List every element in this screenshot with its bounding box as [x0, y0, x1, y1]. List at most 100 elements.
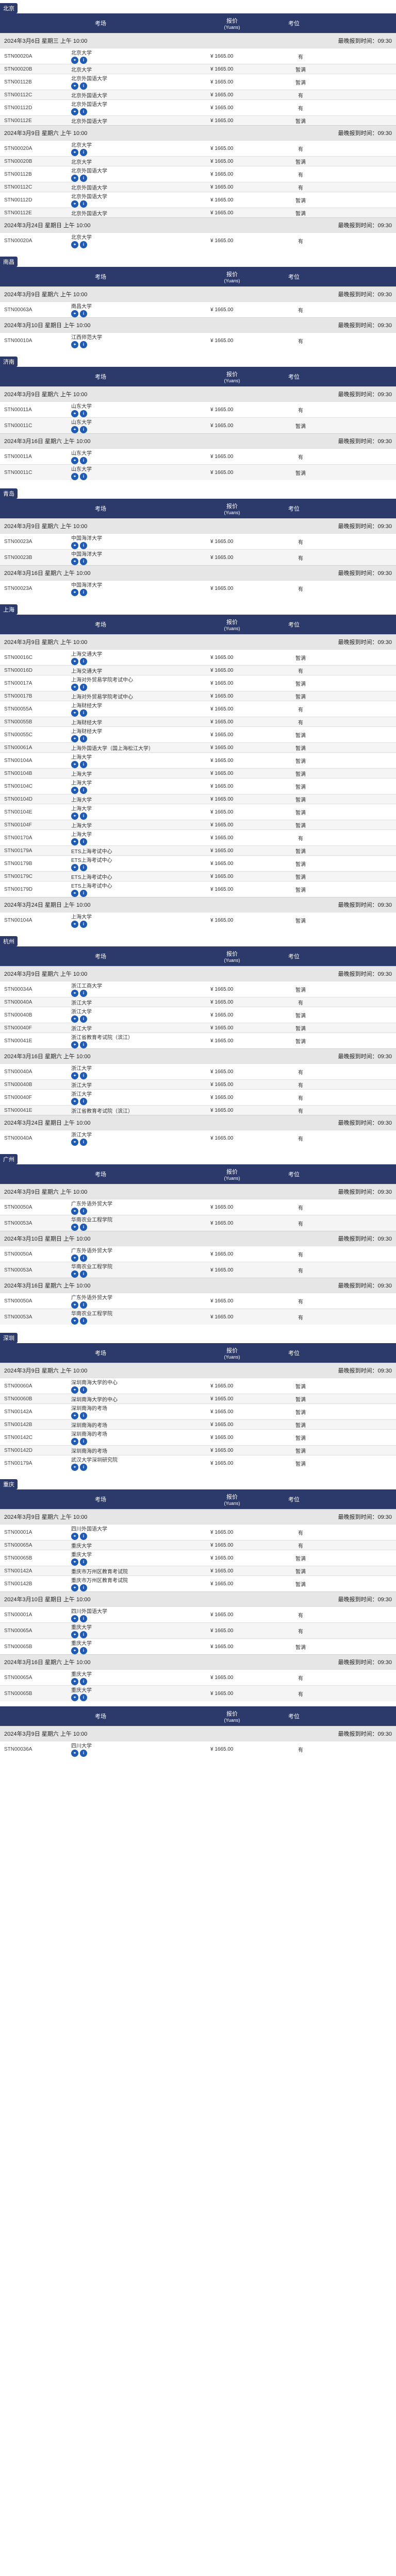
- center-name[interactable]: 深圳南海的考场: [71, 1430, 210, 1437]
- table-row[interactable]: STN00112E 北京外国语大学 ¥ 1665.00 暂满: [0, 208, 396, 217]
- table-row[interactable]: STN00060A 深圳南海大学的中心 ⌖ i ¥ 1665.00 暂满: [0, 1378, 396, 1394]
- map-icon[interactable]: ⌖: [71, 735, 78, 742]
- map-icon[interactable]: ⌖: [71, 761, 78, 768]
- center-name[interactable]: 北京外国语大学: [71, 183, 210, 191]
- table-row[interactable]: STN00040A 浙江大学 ⌖ i ¥ 1665.00 有: [0, 1063, 396, 1079]
- table-row[interactable]: STN00020A 北京大学 ⌖ i ¥ 1665.00 有: [0, 48, 396, 64]
- center-name[interactable]: ETS上海考试中心: [71, 856, 210, 863]
- table-row[interactable]: STN00112C 北京外国语大学 ¥ 1665.00 有: [0, 90, 396, 99]
- map-icon[interactable]: ⌖: [71, 1270, 78, 1278]
- info-icon[interactable]: i: [80, 684, 87, 691]
- table-row[interactable]: STN00104F 上海大学 ¥ 1665.00 暂满: [0, 820, 396, 829]
- map-icon[interactable]: ⌖: [71, 457, 78, 464]
- map-icon[interactable]: ⌖: [71, 1301, 78, 1309]
- map-icon[interactable]: ⌖: [71, 542, 78, 549]
- map-icon[interactable]: ⌖: [71, 200, 78, 208]
- center-name[interactable]: 北京外国语大学: [71, 100, 210, 108]
- table-row[interactable]: STN00040A 浙江大学 ¥ 1665.00 有: [0, 997, 396, 1007]
- info-icon[interactable]: i: [80, 787, 87, 794]
- table-row[interactable]: STN00179A ETS上海考试中心 ¥ 1665.00 暂满: [0, 845, 396, 855]
- map-icon[interactable]: ⌖: [71, 1533, 78, 1540]
- center-name[interactable]: 上海大学: [71, 770, 210, 777]
- table-row[interactable]: STN00065B 重庆大学 ⌖ i ¥ 1665.00 有: [0, 1685, 396, 1701]
- table-row[interactable]: STN00023A 中国海洋大学 ⌖ i ¥ 1665.00 有: [0, 580, 396, 596]
- center-name[interactable]: 中国海洋大学: [71, 550, 210, 557]
- table-row[interactable]: STN00063A 南昌大学 ⌖ i ¥ 1665.00 有: [0, 301, 396, 317]
- map-icon[interactable]: ⌖: [71, 1224, 78, 1231]
- center-name[interactable]: 重庆大学: [71, 1670, 210, 1677]
- info-icon[interactable]: i: [80, 558, 87, 565]
- table-row[interactable]: STN00142B 深圳南海的考场 ¥ 1665.00 暂满: [0, 1419, 396, 1429]
- center-name[interactable]: 深圳南海的考场: [71, 1447, 210, 1454]
- table-row[interactable]: STN00142B 重庆市万州区教育考试院 ⌖ i ¥ 1665.00 暂满: [0, 1575, 396, 1591]
- map-icon[interactable]: ⌖: [71, 1647, 78, 1654]
- info-icon[interactable]: i: [80, 1072, 87, 1079]
- info-icon[interactable]: i: [80, 1098, 87, 1105]
- table-row[interactable]: STN00170A 上海大学 ⌖ i ¥ 1665.00 有: [0, 829, 396, 845]
- center-name[interactable]: 四川外国语大学: [71, 1524, 210, 1532]
- table-row[interactable]: STN00010A 江西师范大学 ⌖ i ¥ 1665.00 有: [0, 332, 396, 348]
- table-row[interactable]: STN00040F 浙江大学 ⌖ i ¥ 1665.00 有: [0, 1089, 396, 1105]
- info-icon[interactable]: i: [80, 200, 87, 208]
- info-icon[interactable]: i: [80, 1615, 87, 1622]
- info-icon[interactable]: i: [80, 812, 87, 820]
- center-name[interactable]: 上海交通大学: [71, 650, 210, 657]
- center-name[interactable]: 北京大学: [71, 233, 210, 241]
- map-icon[interactable]: ⌖: [71, 341, 78, 348]
- center-name[interactable]: 广东外语外贸大学: [71, 1199, 210, 1207]
- info-icon[interactable]: i: [80, 1041, 87, 1048]
- center-name[interactable]: ETS上海考试中心: [71, 847, 210, 855]
- info-icon[interactable]: i: [80, 1558, 87, 1566]
- map-icon[interactable]: ⌖: [71, 473, 78, 480]
- info-icon[interactable]: i: [80, 149, 87, 156]
- info-icon[interactable]: i: [80, 1438, 87, 1445]
- center-name[interactable]: 上海财经大学: [71, 701, 210, 709]
- table-row[interactable]: STN00001A 四川外国语大学 ⌖ i ¥ 1665.00 有: [0, 1524, 396, 1540]
- map-icon[interactable]: ⌖: [71, 426, 78, 433]
- map-icon[interactable]: ⌖: [71, 1631, 78, 1638]
- info-icon[interactable]: i: [80, 1631, 87, 1638]
- table-row[interactable]: STN00040B 浙江大学 ¥ 1665.00 有: [0, 1079, 396, 1089]
- table-row[interactable]: STN00053A 华南农业工程学院 ⌖ i ¥ 1665.00 有: [0, 1215, 396, 1231]
- map-icon[interactable]: ⌖: [71, 1694, 78, 1701]
- info-icon[interactable]: i: [80, 658, 87, 665]
- table-row[interactable]: STN00034A 浙江工商大学 ⌖ i ¥ 1665.00 暂满: [0, 981, 396, 997]
- center-name[interactable]: 上海大学: [71, 778, 210, 786]
- map-icon[interactable]: ⌖: [71, 175, 78, 182]
- info-icon[interactable]: i: [80, 921, 87, 928]
- map-icon[interactable]: ⌖: [71, 149, 78, 156]
- map-icon[interactable]: ⌖: [71, 812, 78, 820]
- center-name[interactable]: 浙江大学: [71, 1007, 210, 1015]
- info-icon[interactable]: i: [80, 1584, 87, 1591]
- map-icon[interactable]: ⌖: [71, 1072, 78, 1079]
- info-icon[interactable]: i: [80, 838, 87, 845]
- info-icon[interactable]: i: [80, 410, 87, 417]
- center-name[interactable]: 浙江工商大学: [71, 981, 210, 989]
- center-name[interactable]: 重庆大学: [71, 1623, 210, 1631]
- info-icon[interactable]: i: [80, 1694, 87, 1701]
- table-row[interactable]: STN00041E 浙江省教育考试院（滨江） ¥ 1665.00 有: [0, 1105, 396, 1115]
- info-icon[interactable]: i: [80, 864, 87, 871]
- table-row[interactable]: STN00061A 上海外国语大学（国上海松江大学） ¥ 1665.00 暂满: [0, 742, 396, 752]
- center-name[interactable]: 山东大学: [71, 402, 210, 410]
- table-row[interactable]: STN00041E 浙江省教育考试院（滨江） ⌖ i ¥ 1665.00 暂满: [0, 1032, 396, 1048]
- map-icon[interactable]: ⌖: [71, 57, 78, 64]
- info-icon[interactable]: i: [80, 426, 87, 433]
- map-icon[interactable]: ⌖: [71, 82, 78, 90]
- center-name[interactable]: 上海财经大学: [71, 727, 210, 735]
- table-row[interactable]: STN00011C 山东大学 ⌖ i ¥ 1665.00 暂满: [0, 417, 396, 433]
- table-row[interactable]: STN00065B 重庆大学 ⌖ i ¥ 1665.00 暂满: [0, 1550, 396, 1566]
- info-icon[interactable]: i: [80, 82, 87, 90]
- table-row[interactable]: STN00142C 深圳南海的考场 ⌖ i ¥ 1665.00 暂满: [0, 1429, 396, 1445]
- info-icon[interactable]: i: [80, 709, 87, 717]
- info-icon[interactable]: i: [80, 589, 87, 596]
- map-icon[interactable]: ⌖: [71, 1255, 78, 1262]
- info-icon[interactable]: i: [80, 473, 87, 480]
- info-icon[interactable]: i: [80, 175, 87, 182]
- center-name[interactable]: 北京外国语大学: [71, 117, 210, 125]
- table-row[interactable]: STN00020A 北京大学 ⌖ i ¥ 1665.00 有: [0, 140, 396, 156]
- center-name[interactable]: 北京大学: [71, 65, 210, 73]
- map-icon[interactable]: ⌖: [71, 1041, 78, 1048]
- table-row[interactable]: STN00065A 重庆大学 ⌖ i ¥ 1665.00 有: [0, 1669, 396, 1685]
- center-name[interactable]: 浙江大学: [71, 1090, 210, 1097]
